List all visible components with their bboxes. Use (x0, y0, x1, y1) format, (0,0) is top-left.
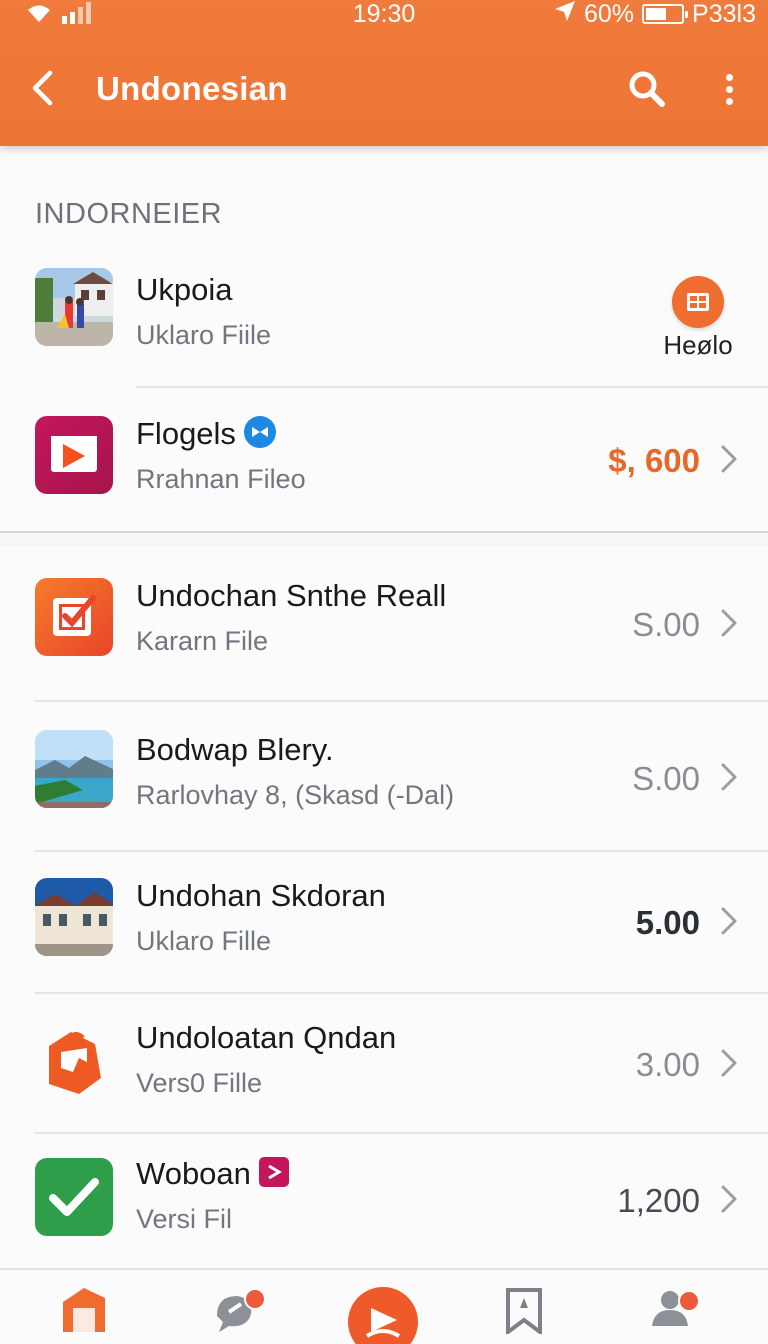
list-item[interactable]: Ukpoia Uklaro Fiile Heølo (0, 246, 768, 386)
item-name: Undoloatan Qndan (136, 1020, 397, 1055)
search-icon (629, 71, 665, 107)
nav-chat[interactable] (196, 1284, 276, 1344)
item-subtitle: Rrahnan Fileo (136, 464, 306, 494)
back-button[interactable] (22, 68, 62, 108)
nav-play[interactable] (344, 1286, 422, 1344)
item-price: S.00 (632, 606, 700, 643)
item-subtitle: Uklaro Fiile (136, 320, 272, 350)
item-subtitle: Uklaro Fille (136, 926, 272, 956)
chevron-right-icon (721, 1049, 737, 1077)
verified-badge-icon (243, 415, 276, 448)
battery-percent: 60% (584, 0, 635, 28)
grid-action-icon[interactable] (672, 276, 724, 328)
page-title: Undonesian (96, 70, 288, 107)
play-icon (348, 1287, 418, 1344)
app-bar: Undonesian (0, 40, 768, 140)
item-name-wrap: Flogels (136, 415, 276, 452)
notification-dot (244, 1288, 266, 1310)
list-item[interactable]: Woboan Versi Fil 1,200 (0, 1134, 768, 1274)
item-name-wrap: Woboan (136, 1156, 289, 1192)
item-subtitle: Kararn File (136, 626, 269, 656)
item-price: 5.00 (635, 904, 700, 941)
chevron-right-icon (721, 445, 737, 473)
more-dot-icon (725, 97, 733, 105)
item-price: 1,200 (617, 1182, 700, 1219)
seaside-thumbnail-icon (35, 730, 113, 808)
list-item[interactable]: Undoloatan Qndan Vers0 Fille 3.00 (0, 994, 768, 1134)
bag-app-icon (35, 1022, 113, 1100)
item-price: 3.00 (635, 1046, 700, 1083)
item-name: Ukpoia (136, 272, 233, 307)
item-subtitle: Versi Fil (136, 1204, 233, 1234)
street-thumbnail-icon (35, 268, 113, 346)
item-subtitle: Vers0 Fille (136, 1068, 263, 1098)
bottom-navigation (0, 1268, 768, 1344)
item-name: Bodwap Blery. (136, 732, 334, 767)
item-name: Undochan Snthe Reall (136, 578, 447, 613)
video-app-icon (35, 416, 113, 494)
divider (35, 700, 768, 702)
search-button[interactable] (624, 66, 670, 112)
section-card-featured: INDORNEIER Ukpoia Uklaro Fiile Heølo Flo… (0, 146, 768, 533)
nav-home[interactable] (44, 1284, 124, 1344)
home-icon (63, 1288, 105, 1332)
divider (136, 386, 768, 388)
more-options-button[interactable] (712, 66, 746, 112)
chevron-right-icon (721, 907, 737, 935)
tag-badge-icon (258, 1156, 289, 1187)
item-name: Undohan Skdoran (136, 878, 386, 913)
list-item[interactable]: Undohan Skdoran Uklaro Fille 5.00 (0, 852, 768, 992)
checkbox-app-icon (35, 578, 113, 656)
item-name: Flogels (136, 416, 236, 451)
more-dot-icon (725, 73, 733, 81)
notification-dot (678, 1290, 700, 1312)
nav-bookmark[interactable] (484, 1284, 564, 1344)
top-app-bar: 19:30 60% P33l3 Undonesian (0, 0, 768, 146)
bookmark-icon (506, 1288, 542, 1334)
more-dot-icon (725, 85, 733, 93)
hello-action[interactable]: Heølo (658, 276, 738, 361)
item-subtitle: Rarlovhay 8, (Skasd (-Dal) (136, 780, 455, 810)
check-app-icon (35, 1158, 113, 1236)
hello-label: Heølo (663, 330, 733, 360)
chevron-left-icon (32, 70, 53, 106)
nav-people[interactable] (636, 1284, 716, 1344)
section-header: INDORNEIER (35, 198, 223, 230)
status-bar: 19:30 60% P33l3 (0, 0, 768, 30)
item-name: Woboan (136, 1156, 251, 1191)
battery-icon (642, 4, 689, 24)
list-item[interactable]: Flogels Rrahnan Fileo $, 600 (0, 390, 768, 530)
carrier-label: P33l3 (692, 0, 756, 28)
item-price: $, 600 (608, 442, 700, 479)
chevron-right-icon (721, 1185, 737, 1213)
chevron-right-icon (721, 763, 737, 791)
location-icon (554, 0, 576, 28)
chevron-right-icon (721, 609, 737, 637)
section-card-list: Undochan Snthe Reall Kararn File S.00 Bo… (0, 546, 768, 1268)
list-item[interactable]: Bodwap Blery. Rarlovhay 8, (Skasd (-Dal)… (0, 706, 768, 846)
building-thumbnail-icon (35, 878, 113, 956)
list-item[interactable]: Undochan Snthe Reall Kararn File S.00 (0, 552, 768, 692)
item-price: S.00 (632, 760, 700, 797)
